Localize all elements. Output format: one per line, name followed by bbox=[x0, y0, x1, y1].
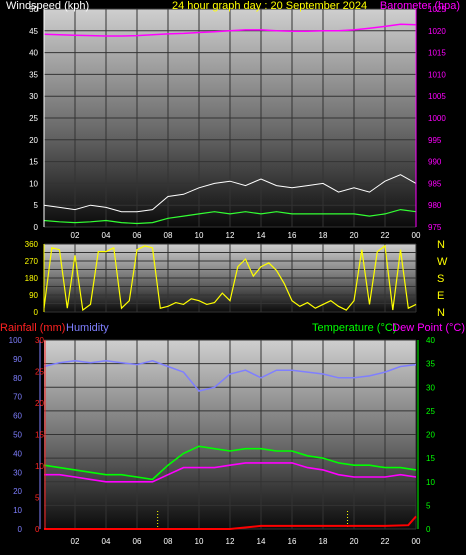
direction-tick-label: 180 bbox=[25, 274, 39, 283]
x-tick-label: 14 bbox=[257, 231, 266, 240]
direction-tick-label: 270 bbox=[25, 257, 39, 266]
temperature-tick-label: 5 bbox=[426, 501, 431, 510]
barometer-tick-label: 1020 bbox=[428, 27, 446, 36]
rainfall-tick-label: 0 bbox=[35, 525, 40, 534]
x-tick-label: 20 bbox=[350, 537, 359, 546]
x-tick-label: 08 bbox=[164, 231, 173, 240]
humidity-tick-label: 90 bbox=[13, 355, 22, 364]
x-tick-label: 06 bbox=[133, 537, 142, 546]
x-tick-label: 04 bbox=[102, 537, 111, 546]
wind-tick-label: 20 bbox=[29, 136, 38, 145]
wind-tick-label: 5 bbox=[34, 201, 39, 210]
wind-tick-label: 45 bbox=[29, 27, 38, 36]
temperature-tick-label: 25 bbox=[426, 407, 435, 416]
wind-tick-label: 15 bbox=[29, 158, 38, 167]
compass-label: E bbox=[437, 290, 444, 302]
rainfall-tick-label: 30 bbox=[35, 336, 44, 345]
temperature-tick-label: 35 bbox=[426, 360, 435, 369]
x-tick-label: 22 bbox=[381, 537, 390, 546]
dewpoint-axis-label: Dew Point (°C) bbox=[392, 322, 465, 334]
barometer-tick-label: 985 bbox=[428, 179, 442, 188]
humidity-tick-label: 30 bbox=[13, 468, 22, 477]
compass-label: N bbox=[437, 307, 445, 319]
humidity-tick-label: 40 bbox=[13, 449, 22, 458]
x-tick-label: 10 bbox=[195, 231, 204, 240]
compass-label: S bbox=[437, 273, 444, 285]
x-tick-label: 02 bbox=[71, 537, 80, 546]
temperature-tick-label: 0 bbox=[426, 525, 431, 534]
humidity-tick-label: 20 bbox=[13, 487, 22, 496]
temperature-tick-label: 20 bbox=[426, 431, 435, 440]
x-tick-label: 02 bbox=[71, 231, 80, 240]
rainfall-tick-label: 15 bbox=[35, 431, 44, 440]
compass-label: W bbox=[437, 256, 448, 268]
wind-tick-label: 0 bbox=[34, 223, 39, 232]
humidity-tick-label: 0 bbox=[18, 525, 23, 534]
x-tick-label: 18 bbox=[319, 231, 328, 240]
direction-tick-label: 0 bbox=[34, 308, 39, 317]
humidity-tick-label: 70 bbox=[13, 393, 22, 402]
barometer-tick-label: 1000 bbox=[428, 114, 446, 123]
barometer-tick-label: 1010 bbox=[428, 70, 446, 79]
compass-label: N bbox=[437, 239, 445, 251]
barometer-tick-label: 1015 bbox=[428, 49, 446, 58]
temperature-tick-label: 10 bbox=[426, 478, 435, 487]
x-tick-label: 12 bbox=[226, 231, 235, 240]
barometer-tick-label: 980 bbox=[428, 201, 442, 210]
wind-tick-label: 30 bbox=[29, 92, 38, 101]
humidity-tick-label: 50 bbox=[13, 431, 22, 440]
barometer-axis-label: Barometer (hpa) bbox=[380, 0, 460, 12]
temperature-tick-label: 15 bbox=[426, 454, 435, 463]
wind-tick-label: 25 bbox=[29, 114, 38, 123]
rainfall-axis-label: Rainfall (mm) bbox=[0, 322, 65, 334]
barometer-tick-label: 1005 bbox=[428, 92, 446, 101]
x-tick-label: 16 bbox=[288, 537, 297, 546]
x-tick-label: 00 bbox=[412, 537, 421, 546]
rainfall-tick-label: 20 bbox=[35, 399, 44, 408]
barometer-tick-label: 995 bbox=[428, 136, 442, 145]
temperature-tick-label: 30 bbox=[426, 383, 435, 392]
wind-tick-label: 35 bbox=[29, 70, 38, 79]
x-tick-label: 08 bbox=[164, 537, 173, 546]
humidity-axis-label: Humidity bbox=[66, 322, 109, 334]
humidity-tick-label: 100 bbox=[9, 336, 23, 345]
x-tick-label: 12 bbox=[226, 537, 235, 546]
rainfall-tick-label: 25 bbox=[35, 368, 44, 377]
temperature-axis-label: Temperature (°C) bbox=[312, 322, 396, 334]
direction-tick-label: 360 bbox=[25, 240, 39, 249]
x-tick-label: 16 bbox=[288, 231, 297, 240]
barometer-tick-label: 975 bbox=[428, 223, 442, 232]
rainfall-tick-label: 10 bbox=[35, 462, 44, 471]
rainfall-tick-label: 5 bbox=[35, 494, 40, 503]
humidity-tick-label: 10 bbox=[13, 506, 22, 515]
wind-tick-label: 10 bbox=[29, 179, 38, 188]
direction-tick-label: 90 bbox=[29, 291, 38, 300]
x-tick-label: 18 bbox=[319, 537, 328, 546]
barometer-tick-label: 990 bbox=[428, 158, 442, 167]
wind-axis-label: Windspeed (kph) bbox=[6, 0, 89, 12]
x-tick-label: 04 bbox=[102, 231, 111, 240]
wind-tick-label: 40 bbox=[29, 49, 38, 58]
chart-title: 24 hour graph day : 20 September 2024 bbox=[172, 0, 367, 12]
humidity-tick-label: 60 bbox=[13, 412, 22, 421]
temperature-tick-label: 40 bbox=[426, 336, 435, 345]
x-tick-label: 06 bbox=[133, 231, 142, 240]
x-tick-label: 22 bbox=[381, 231, 390, 240]
x-tick-label: 20 bbox=[350, 231, 359, 240]
x-tick-label: 00 bbox=[412, 231, 421, 240]
humidity-tick-label: 80 bbox=[13, 374, 22, 383]
weather-graph: 0510152025303540455097598098599099510001… bbox=[0, 0, 465, 546]
x-tick-label: 10 bbox=[195, 537, 204, 546]
x-tick-label: 14 bbox=[257, 537, 266, 546]
